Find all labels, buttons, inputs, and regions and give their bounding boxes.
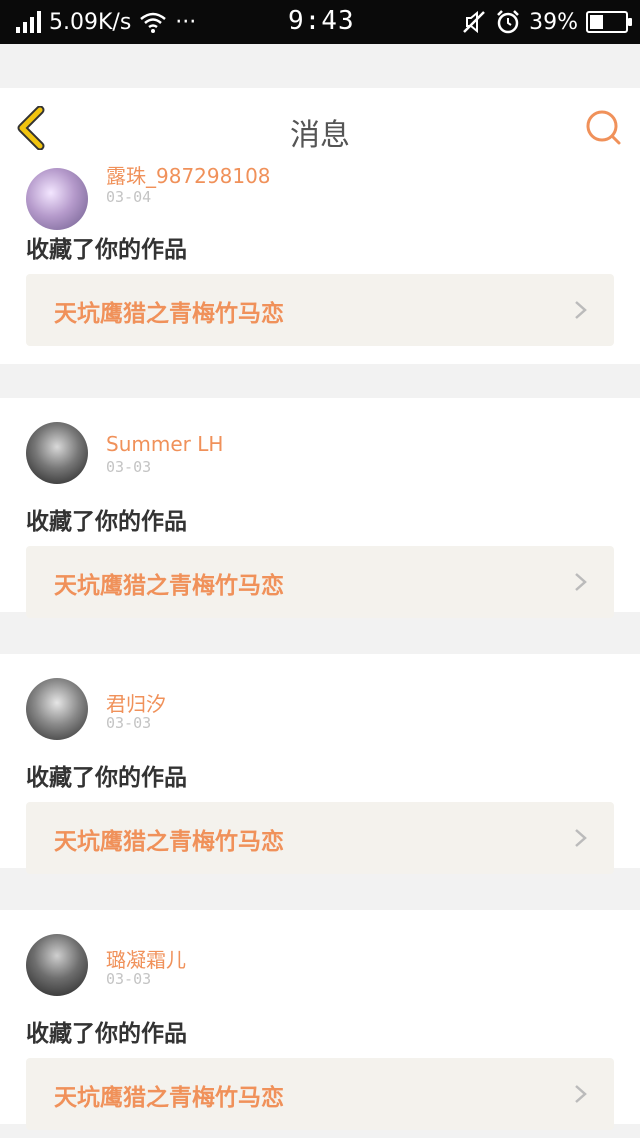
message-card: 君归汐 03-03 收藏了你的作品 天坑鹰猎之青梅竹马恋 xyxy=(0,654,640,874)
search-button[interactable] xyxy=(584,108,624,148)
username[interactable]: 露珠_987298108 xyxy=(106,160,271,189)
signal-icon xyxy=(16,11,41,33)
network-speed: 5.09K/s xyxy=(49,9,132,35)
wifi-icon xyxy=(140,12,167,33)
action-text: 收藏了你的作品 xyxy=(26,509,187,535)
message-date: 03-03 xyxy=(106,714,152,732)
action-text: 收藏了你的作品 xyxy=(26,765,187,791)
chevron-right-icon xyxy=(575,829,587,847)
message-date: 03-03 xyxy=(106,970,152,988)
avatar[interactable] xyxy=(26,934,88,996)
avatar[interactable] xyxy=(26,678,88,740)
work-title: 天坑鹰猎之青梅竹马恋 xyxy=(54,301,284,327)
chevron-right-icon xyxy=(575,573,587,591)
work-link[interactable]: 天坑鹰猎之青梅竹马恋 xyxy=(26,546,614,618)
battery-fill xyxy=(590,15,604,29)
work-link[interactable]: 天坑鹰猎之青梅竹马恋 xyxy=(26,802,614,874)
search-icon xyxy=(586,110,621,145)
work-link[interactable]: 天坑鹰猎之青梅竹马恋 xyxy=(26,274,614,346)
page-title: 消息 xyxy=(290,118,350,153)
status-right: 39% xyxy=(461,8,632,36)
alarm-icon xyxy=(497,10,519,34)
username[interactable]: 君归汐 xyxy=(106,688,166,717)
work-title: 天坑鹰猎之青梅竹马恋 xyxy=(54,1085,284,1111)
action-text: 收藏了你的作品 xyxy=(26,237,187,263)
avatar[interactable] xyxy=(26,422,88,484)
work-title: 天坑鹰猎之青梅竹马恋 xyxy=(54,573,284,599)
action-text: 收藏了你的作品 xyxy=(26,1021,187,1047)
chevron-right-icon xyxy=(575,301,587,319)
status-time: 9:43 xyxy=(288,6,355,36)
username[interactable]: Summer LH xyxy=(106,432,223,456)
message-card: 露珠_987298108 03-04 收藏了你的作品 天坑鹰猎之青梅竹马恋 xyxy=(0,150,640,364)
status-bar: 5.09K/s ··· 9:43 39% xyxy=(0,0,640,44)
message-card: Summer LH 03-03 收藏了你的作品 天坑鹰猎之青梅竹马恋 xyxy=(0,398,640,618)
message-date: 03-04 xyxy=(106,188,152,206)
username[interactable]: 璐凝霜儿 xyxy=(106,944,186,973)
mute-icon xyxy=(463,10,485,34)
chevron-right-icon xyxy=(575,1085,587,1103)
work-link[interactable]: 天坑鹰猎之青梅竹马恋 xyxy=(26,1058,614,1130)
avatar[interactable] xyxy=(26,168,88,230)
battery-icon xyxy=(586,11,632,33)
message-card: 璐凝霜儿 03-03 收藏了你的作品 天坑鹰猎之青梅竹马恋 xyxy=(0,910,640,1130)
work-title: 天坑鹰猎之青梅竹马恋 xyxy=(54,829,284,855)
status-left: 5.09K/s ··· xyxy=(16,8,196,36)
battery-percent: 39% xyxy=(529,9,578,35)
more-dots: ··· xyxy=(175,9,197,35)
message-date: 03-03 xyxy=(106,458,152,476)
